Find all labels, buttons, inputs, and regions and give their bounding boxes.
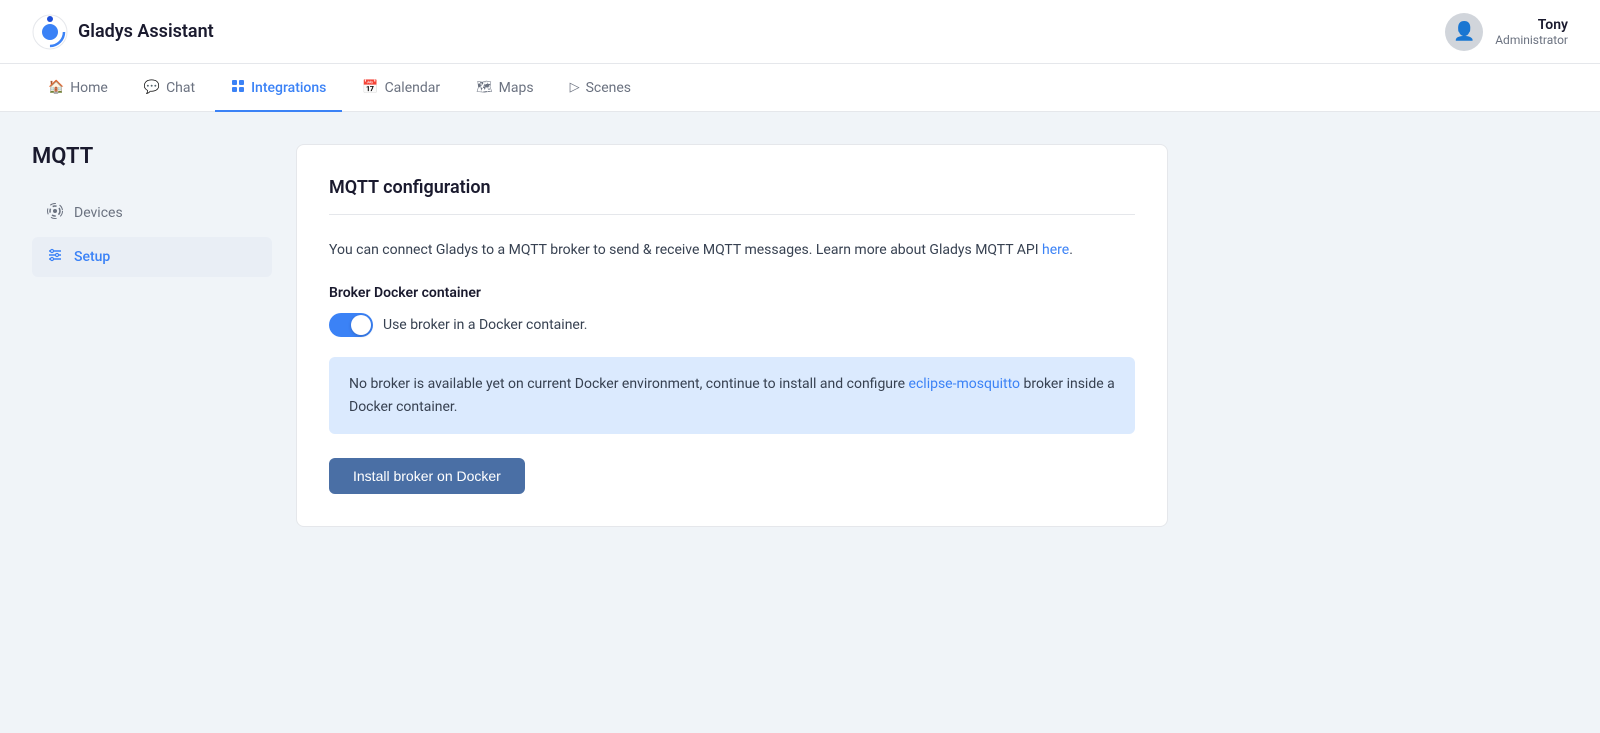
main-content: MQTT Devices [0, 112, 1200, 559]
user-section: 👤 Tony Administrator [1445, 13, 1568, 51]
sidebar: MQTT Devices [32, 144, 272, 527]
install-broker-button[interactable]: Install broker on Docker [329, 458, 525, 494]
chat-icon: 💬 [144, 80, 160, 95]
setup-icon [46, 247, 64, 267]
header: Gladys Assistant 👤 Tony Administrator [0, 0, 1600, 64]
eclipse-mosquitto-link[interactable]: eclipse-mosquitto [909, 376, 1021, 392]
avatar: 👤 [1445, 13, 1483, 51]
nav-item-home[interactable]: 🏠 Home [32, 65, 124, 112]
user-role: Administrator [1495, 33, 1568, 47]
user-name: Tony [1538, 17, 1568, 33]
nav-item-integrations[interactable]: Integrations [215, 65, 342, 112]
description-text-after: . [1069, 242, 1073, 258]
nav-label-chat: Chat [166, 80, 195, 96]
nav-item-calendar[interactable]: 📅 Calendar [346, 65, 456, 112]
app-title: Gladys Assistant [78, 21, 214, 42]
calendar-icon: 📅 [362, 80, 378, 95]
logo-area: Gladys Assistant [32, 14, 214, 50]
nav-item-chat[interactable]: 💬 Chat [128, 65, 211, 112]
info-box: No broker is available yet on current Do… [329, 357, 1135, 434]
nav-label-home: Home [70, 80, 108, 96]
description: You can connect Gladys to a MQTT broker … [329, 239, 1135, 261]
docker-broker-toggle[interactable] [329, 313, 373, 337]
nav-label-calendar: Calendar [385, 80, 441, 96]
nav-item-maps[interactable]: 🗺 Maps [460, 65, 549, 112]
sidebar-label-setup: Setup [74, 249, 110, 265]
nav-item-scenes[interactable]: ▷ Scenes [554, 65, 647, 112]
user-info: Tony Administrator [1495, 17, 1568, 47]
card-title: MQTT configuration [329, 177, 1135, 215]
integrations-icon [231, 79, 245, 97]
gladys-logo-icon [32, 14, 68, 50]
broker-section-label: Broker Docker container [329, 285, 1135, 301]
toggle-row: Use broker in a Docker container. [329, 313, 1135, 337]
nav-label-maps: Maps [499, 80, 534, 96]
sidebar-title: MQTT [32, 144, 272, 169]
home-icon: 🏠 [48, 80, 64, 95]
maps-icon: 🗺 [476, 80, 493, 95]
main-nav: 🏠 Home 💬 Chat Integrations 📅 Calendar 🗺 … [0, 64, 1600, 112]
nav-label-scenes: Scenes [586, 80, 631, 96]
nav-label-integrations: Integrations [251, 80, 326, 96]
mqtt-config-card: MQTT configuration You can connect Glady… [296, 144, 1168, 527]
sidebar-item-setup[interactable]: Setup [32, 237, 272, 277]
description-text-before: You can connect Gladys to a MQTT broker … [329, 242, 1042, 258]
sidebar-item-devices[interactable]: Devices [32, 193, 272, 233]
sidebar-label-devices: Devices [74, 205, 123, 221]
toggle-label: Use broker in a Docker container. [383, 317, 587, 333]
info-text-before: No broker is available yet on current Do… [349, 376, 909, 392]
devices-icon [46, 203, 64, 223]
description-link[interactable]: here [1042, 242, 1069, 258]
scenes-icon: ▷ [570, 80, 580, 95]
content-area: MQTT configuration You can connect Glady… [296, 144, 1168, 527]
